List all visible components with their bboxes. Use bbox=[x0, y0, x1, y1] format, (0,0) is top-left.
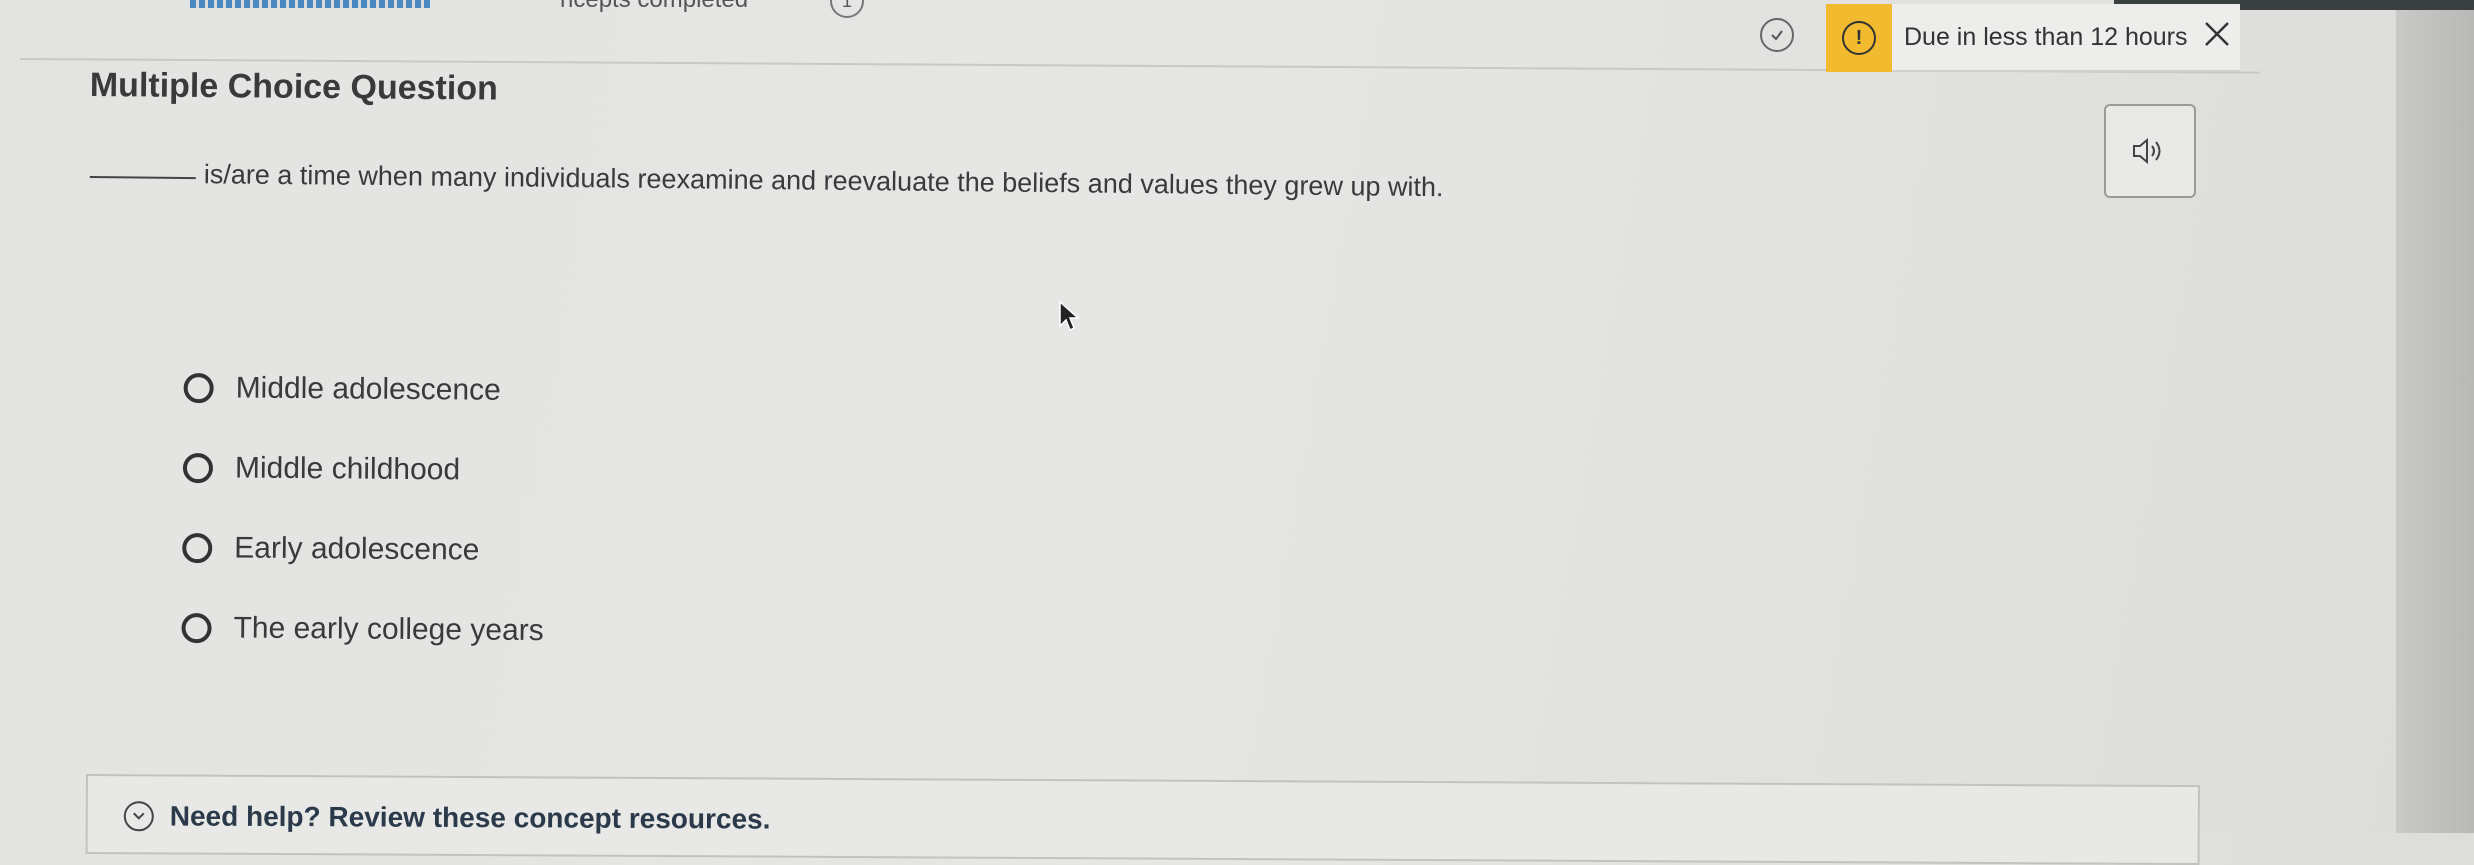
warning-icon: ! bbox=[1842, 21, 1876, 55]
screen-edge bbox=[2396, 0, 2474, 833]
answer-options: Middle adolescence Middle childhood Earl… bbox=[181, 348, 546, 671]
close-x-icon bbox=[2204, 22, 2229, 46]
due-warning-badge: ! bbox=[1826, 4, 1892, 72]
read-aloud-button[interactable] bbox=[2104, 104, 2196, 198]
chevron-icon bbox=[133, 812, 145, 820]
help-panel: Need help? Review these concept resource… bbox=[85, 774, 2200, 865]
chevron-down-icon bbox=[123, 801, 154, 832]
radio-button[interactable] bbox=[182, 452, 214, 484]
check-circle-icon[interactable] bbox=[1760, 18, 1794, 52]
option-label: The early college years bbox=[233, 611, 544, 648]
option-middle-adolescence[interactable]: Middle adolescence bbox=[183, 348, 546, 431]
speaker-icon bbox=[2133, 137, 2161, 165]
option-label: Middle adolescence bbox=[235, 371, 501, 407]
radio-button[interactable] bbox=[182, 532, 213, 564]
option-early-college-years[interactable]: The early college years bbox=[181, 588, 544, 671]
concepts-completed-label: ncepts completed bbox=[560, 0, 748, 14]
mouse-pointer-icon bbox=[1058, 300, 1080, 339]
option-middle-childhood[interactable]: Middle childhood bbox=[182, 428, 546, 511]
due-notice: Due in less than 12 hours bbox=[1892, 4, 2240, 72]
radio-button[interactable] bbox=[183, 372, 214, 404]
progress-indicator bbox=[190, 0, 430, 8]
question-prompt: is/are a time when many individuals reex… bbox=[89, 158, 1444, 203]
close-icon[interactable] bbox=[2202, 19, 2232, 55]
help-link-text[interactable]: Need help? Review these concept resource… bbox=[170, 800, 771, 835]
option-label: Early adolescence bbox=[234, 531, 480, 567]
check-icon bbox=[1771, 30, 1783, 41]
radio-button[interactable] bbox=[181, 612, 212, 644]
option-early-adolescence[interactable]: Early adolescence bbox=[182, 508, 545, 591]
cursor-arrow-icon bbox=[1059, 300, 1080, 332]
due-text: Due in less than 12 hours bbox=[1904, 22, 2188, 51]
concepts-count-badge[interactable]: 1 bbox=[830, 0, 864, 18]
help-toggle[interactable]: Need help? Review these concept resource… bbox=[123, 800, 771, 835]
fill-in-blank bbox=[89, 175, 196, 180]
question-text: is/are a time when many individuals reex… bbox=[203, 159, 1444, 203]
question-type-title: Multiple Choice Question bbox=[89, 66, 499, 108]
option-label: Middle childhood bbox=[234, 451, 461, 487]
